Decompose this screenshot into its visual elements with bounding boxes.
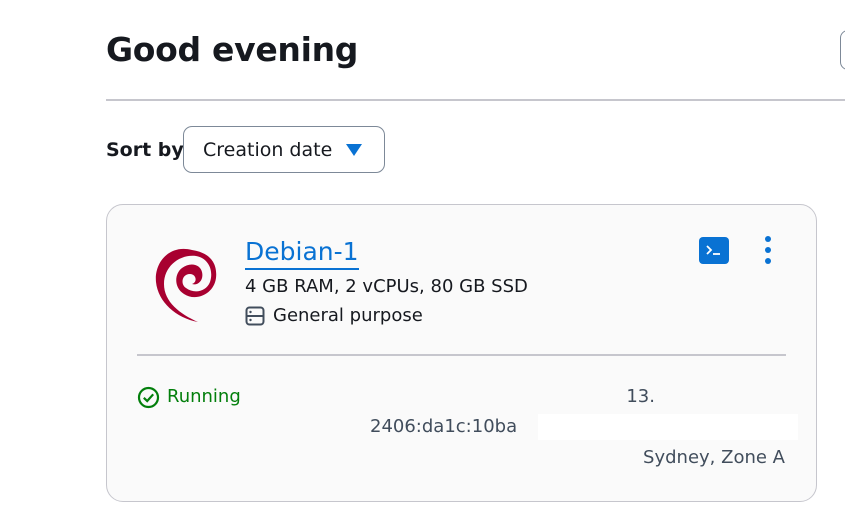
- more-dot-icon: [765, 247, 771, 253]
- public-ipv6: 2406:da1c:10ba: [370, 416, 518, 437]
- ipv4-value: 13.: [626, 386, 655, 407]
- redaction-mask: [538, 414, 798, 440]
- more-dot-icon: [765, 258, 771, 264]
- status-badge: Running: [137, 385, 241, 409]
- page: Good evening Sort by Creation date Debia…: [0, 0, 845, 521]
- header-divider: [106, 99, 845, 101]
- check-circle-icon: [137, 386, 160, 408]
- terminal-icon: [706, 245, 720, 255]
- debian-swirl-icon: [155, 248, 217, 322]
- card-divider: [137, 354, 786, 356]
- instance-location: Sydney, Zone A: [643, 447, 785, 468]
- instance-name-link[interactable]: Debian-1: [245, 236, 359, 270]
- status-label: Running: [167, 386, 241, 407]
- server-icon: [245, 306, 265, 326]
- instance-specs: 4 GB RAM, 2 vCPUs, 80 GB SSD: [245, 276, 528, 297]
- public-ipv4: 13.: [626, 385, 785, 409]
- purpose-label: General purpose: [273, 305, 423, 326]
- connect-terminal-button[interactable]: [699, 237, 729, 264]
- caret-down-icon: [346, 144, 362, 156]
- top-right-button[interactable]: [840, 30, 845, 70]
- sort-label: Sort by: [106, 139, 184, 161]
- page-title: Good evening: [106, 30, 359, 69]
- sort-dropdown[interactable]: Creation date: [183, 126, 385, 173]
- more-dot-icon: [765, 236, 771, 242]
- more-options-button[interactable]: [758, 236, 778, 264]
- instance-purpose: General purpose: [245, 304, 423, 328]
- sort-selected-value: Creation date: [203, 138, 333, 161]
